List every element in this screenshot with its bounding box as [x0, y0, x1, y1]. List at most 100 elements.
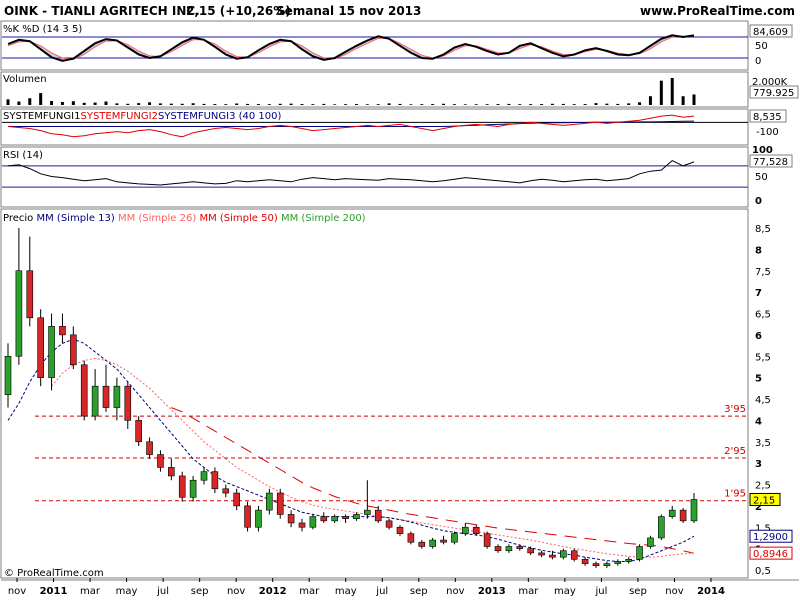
- x-tick-label: nov: [227, 586, 245, 597]
- price-candle: [451, 531, 458, 545]
- candle-body: [178, 475, 186, 498]
- price-value-tag-text: 2,15: [753, 495, 775, 506]
- x-tick-label: jul: [375, 586, 388, 597]
- systemfungi3-label: SYSTEMFUNGI3 (40 100): [158, 111, 282, 122]
- volume-bar: [485, 104, 489, 105]
- price-candle: [287, 510, 295, 528]
- price-candle: [483, 531, 491, 549]
- volume-bar: [289, 103, 293, 105]
- volume-bar: [387, 103, 391, 105]
- stoch-tick-0: 0: [755, 56, 761, 67]
- sma50-legend: MM (Simple 50): [199, 213, 277, 224]
- candle-body: [48, 326, 55, 378]
- rsi-panel-frame: [0, 146, 749, 208]
- sma13-legend: MM (Simple 13): [36, 213, 114, 224]
- volume-bar: [409, 104, 413, 105]
- candle-body: [527, 548, 534, 554]
- volume-bar: [158, 103, 162, 105]
- price-candle: [157, 450, 164, 472]
- candle-body: [233, 492, 240, 507]
- price-title-line: Precio MM (Simple 13) MM (Simple 26) MM …: [3, 213, 366, 224]
- candle-body: [440, 539, 447, 543]
- stochastic-panel-frame: [0, 20, 749, 71]
- candle-body: [396, 526, 404, 534]
- price-value-tag-text: 1,2900: [753, 532, 788, 543]
- price-candle: [146, 437, 153, 459]
- price-candle: [472, 525, 480, 536]
- volume-last-value: 779.925: [749, 85, 799, 99]
- stochastic-title: %K %D (14 3 5): [3, 24, 82, 35]
- volume-bar: [681, 96, 685, 105]
- volume-bar: [28, 98, 32, 105]
- volume-bar: [278, 103, 282, 105]
- candle-body: [15, 270, 23, 357]
- candle-body: [113, 385, 121, 408]
- price-candle: [353, 512, 360, 521]
- price-candle: [658, 514, 665, 541]
- stoch-last-value-text: 84,609: [753, 27, 788, 38]
- candle-body: [668, 509, 676, 517]
- rsi-last-value-text: 77,528: [753, 157, 788, 168]
- volume-bar: [6, 99, 10, 105]
- candle-body: [189, 479, 197, 498]
- stochastic-plot: 50 0 84,609: [2, 24, 793, 67]
- candle-body: [494, 546, 502, 552]
- price-candle: [178, 471, 186, 502]
- systemfungi2-label: SYSTEMFUNGI2: [80, 111, 157, 122]
- volume-plot: 2.000K779.925: [6, 77, 799, 105]
- price-candle: [320, 512, 328, 523]
- volume-bar: [616, 103, 620, 105]
- candle-body: [592, 563, 600, 567]
- candle-body: [59, 326, 66, 336]
- candle-body: [255, 509, 262, 528]
- volume-bar: [627, 103, 631, 105]
- volume-bar: [452, 104, 456, 105]
- price-candle: [59, 313, 66, 344]
- chart-canvas: OINK - TIANLI AGRITECH INC. 2,15 (+10,26…: [0, 0, 800, 597]
- price-candle: [26, 236, 34, 327]
- price-candle: [570, 548, 578, 562]
- price-candle: [505, 544, 513, 553]
- price-panel-frame: [0, 208, 749, 579]
- volume-bar: [648, 96, 652, 105]
- x-tick-label: mar: [518, 586, 539, 597]
- candle-body: [331, 516, 338, 522]
- volume-bar: [322, 103, 326, 105]
- candle-body: [298, 522, 306, 528]
- volume-bar: [50, 100, 54, 105]
- x-tick-label: sep: [191, 586, 209, 597]
- price-candle: [135, 416, 142, 447]
- x-tick-label: 2011: [40, 586, 68, 597]
- site-label: www.ProRealTime.com: [640, 4, 795, 18]
- rsi-title: RSI (14): [3, 150, 43, 161]
- price-tick: 6: [755, 331, 762, 342]
- price-candle: [560, 548, 567, 560]
- volume-bar: [398, 103, 402, 105]
- candle-body: [451, 533, 458, 543]
- price-plot: 8,587,576,565,554,543,532,521,510,53'952…: [4, 224, 793, 577]
- x-tick-label: 2013: [478, 586, 506, 597]
- price-candle: [374, 505, 382, 523]
- price-candle: [222, 484, 230, 498]
- sma26-legend: MM (Simple 26): [118, 213, 196, 224]
- price-candle: [80, 360, 88, 421]
- candle-body: [70, 334, 77, 366]
- price-candle: [625, 557, 632, 564]
- price-candle: [266, 488, 273, 515]
- price-candle: [244, 501, 251, 532]
- price-candle: [407, 531, 415, 545]
- x-tick-label: 2012: [259, 586, 287, 597]
- volume-bar: [235, 103, 239, 105]
- sma50-line: [171, 407, 695, 554]
- volume-bar: [104, 101, 108, 105]
- price-candle: [462, 522, 469, 536]
- volume-bar: [169, 103, 173, 105]
- rsi-last-value: 77,528: [749, 154, 793, 168]
- volume-bar: [202, 103, 206, 105]
- price-candle: [636, 544, 643, 562]
- volume-bar: [300, 104, 304, 105]
- price-candle: [342, 514, 349, 523]
- volume-bar: [670, 78, 674, 105]
- price-tick: 8: [755, 245, 762, 256]
- price-candle: [309, 514, 317, 530]
